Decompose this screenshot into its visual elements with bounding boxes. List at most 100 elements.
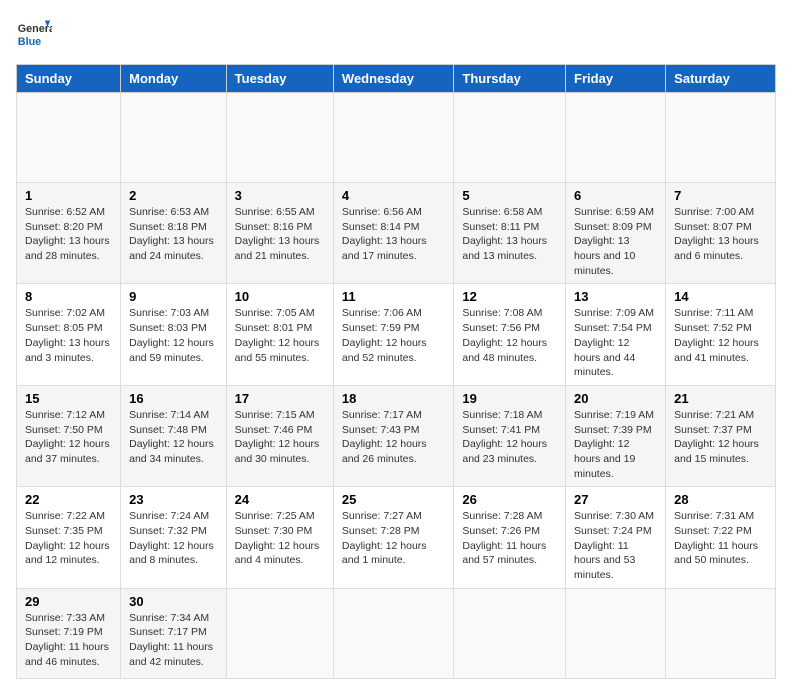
day-info: Sunrise: 7:05 AM Sunset: 8:01 PM Dayligh… xyxy=(235,306,325,365)
day-number: 16 xyxy=(129,391,218,406)
day-info: Sunrise: 7:19 AM Sunset: 7:39 PM Dayligh… xyxy=(574,408,657,481)
calendar-cell: 29 Sunrise: 7:33 AM Sunset: 7:19 PM Dayl… xyxy=(17,588,121,678)
calendar-cell xyxy=(17,93,121,183)
day-header-wednesday: Wednesday xyxy=(333,65,453,93)
days-header-row: SundayMondayTuesdayWednesdayThursdayFrid… xyxy=(17,65,776,93)
day-header-friday: Friday xyxy=(566,65,666,93)
day-info: Sunrise: 6:55 AM Sunset: 8:16 PM Dayligh… xyxy=(235,205,325,264)
day-info: Sunrise: 7:14 AM Sunset: 7:48 PM Dayligh… xyxy=(129,408,218,467)
day-number: 2 xyxy=(129,188,218,203)
calendar-cell: 10 Sunrise: 7:05 AM Sunset: 8:01 PM Dayl… xyxy=(226,284,333,385)
calendar-cell: 1 Sunrise: 6:52 AM Sunset: 8:20 PM Dayli… xyxy=(17,183,121,284)
day-number: 25 xyxy=(342,492,445,507)
day-number: 27 xyxy=(574,492,657,507)
logo-icon: General Blue xyxy=(16,16,52,52)
calendar-cell: 12 Sunrise: 7:08 AM Sunset: 7:56 PM Dayl… xyxy=(454,284,566,385)
calendar-cell: 24 Sunrise: 7:25 AM Sunset: 7:30 PM Dayl… xyxy=(226,487,333,588)
day-number: 9 xyxy=(129,289,218,304)
calendar-cell: 8 Sunrise: 7:02 AM Sunset: 8:05 PM Dayli… xyxy=(17,284,121,385)
day-number: 15 xyxy=(25,391,112,406)
calendar-cell: 7 Sunrise: 7:00 AM Sunset: 8:07 PM Dayli… xyxy=(666,183,776,284)
day-info: Sunrise: 6:58 AM Sunset: 8:11 PM Dayligh… xyxy=(462,205,557,264)
calendar-cell xyxy=(566,93,666,183)
day-number: 8 xyxy=(25,289,112,304)
day-info: Sunrise: 7:12 AM Sunset: 7:50 PM Dayligh… xyxy=(25,408,112,467)
day-number: 4 xyxy=(342,188,445,203)
calendar-cell xyxy=(566,588,666,678)
day-number: 29 xyxy=(25,594,112,609)
calendar-cell: 4 Sunrise: 6:56 AM Sunset: 8:14 PM Dayli… xyxy=(333,183,453,284)
day-number: 23 xyxy=(129,492,218,507)
day-info: Sunrise: 7:00 AM Sunset: 8:07 PM Dayligh… xyxy=(674,205,767,264)
calendar-cell: 20 Sunrise: 7:19 AM Sunset: 7:39 PM Dayl… xyxy=(566,385,666,486)
day-number: 14 xyxy=(674,289,767,304)
day-info: Sunrise: 7:02 AM Sunset: 8:05 PM Dayligh… xyxy=(25,306,112,365)
day-info: Sunrise: 7:33 AM Sunset: 7:19 PM Dayligh… xyxy=(25,611,112,670)
calendar-cell: 13 Sunrise: 7:09 AM Sunset: 7:54 PM Dayl… xyxy=(566,284,666,385)
week-row-3: 8 Sunrise: 7:02 AM Sunset: 8:05 PM Dayli… xyxy=(17,284,776,385)
day-number: 18 xyxy=(342,391,445,406)
calendar-cell: 14 Sunrise: 7:11 AM Sunset: 7:52 PM Dayl… xyxy=(666,284,776,385)
day-number: 12 xyxy=(462,289,557,304)
day-header-saturday: Saturday xyxy=(666,65,776,93)
day-info: Sunrise: 7:34 AM Sunset: 7:17 PM Dayligh… xyxy=(129,611,218,670)
calendar-cell xyxy=(333,588,453,678)
week-row-1 xyxy=(17,93,776,183)
calendar-cell: 26 Sunrise: 7:28 AM Sunset: 7:26 PM Dayl… xyxy=(454,487,566,588)
calendar-cell: 15 Sunrise: 7:12 AM Sunset: 7:50 PM Dayl… xyxy=(17,385,121,486)
day-number: 1 xyxy=(25,188,112,203)
day-info: Sunrise: 7:15 AM Sunset: 7:46 PM Dayligh… xyxy=(235,408,325,467)
calendar-cell: 22 Sunrise: 7:22 AM Sunset: 7:35 PM Dayl… xyxy=(17,487,121,588)
calendar-cell: 2 Sunrise: 6:53 AM Sunset: 8:18 PM Dayli… xyxy=(121,183,227,284)
day-info: Sunrise: 7:21 AM Sunset: 7:37 PM Dayligh… xyxy=(674,408,767,467)
calendar-cell: 23 Sunrise: 7:24 AM Sunset: 7:32 PM Dayl… xyxy=(121,487,227,588)
day-number: 6 xyxy=(574,188,657,203)
calendar-cell: 27 Sunrise: 7:30 AM Sunset: 7:24 PM Dayl… xyxy=(566,487,666,588)
day-number: 20 xyxy=(574,391,657,406)
day-number: 26 xyxy=(462,492,557,507)
calendar-cell: 19 Sunrise: 7:18 AM Sunset: 7:41 PM Dayl… xyxy=(454,385,566,486)
day-info: Sunrise: 7:31 AM Sunset: 7:22 PM Dayligh… xyxy=(674,509,767,568)
day-info: Sunrise: 7:28 AM Sunset: 7:26 PM Dayligh… xyxy=(462,509,557,568)
week-row-2: 1 Sunrise: 6:52 AM Sunset: 8:20 PM Dayli… xyxy=(17,183,776,284)
day-number: 28 xyxy=(674,492,767,507)
calendar-cell xyxy=(454,93,566,183)
calendar-cell: 17 Sunrise: 7:15 AM Sunset: 7:46 PM Dayl… xyxy=(226,385,333,486)
calendar-cell: 21 Sunrise: 7:21 AM Sunset: 7:37 PM Dayl… xyxy=(666,385,776,486)
day-number: 24 xyxy=(235,492,325,507)
day-info: Sunrise: 7:22 AM Sunset: 7:35 PM Dayligh… xyxy=(25,509,112,568)
page-header: General Blue xyxy=(16,16,776,52)
week-row-4: 15 Sunrise: 7:12 AM Sunset: 7:50 PM Dayl… xyxy=(17,385,776,486)
calendar-cell xyxy=(226,93,333,183)
day-info: Sunrise: 7:03 AM Sunset: 8:03 PM Dayligh… xyxy=(129,306,218,365)
day-number: 19 xyxy=(462,391,557,406)
calendar-cell: 30 Sunrise: 7:34 AM Sunset: 7:17 PM Dayl… xyxy=(121,588,227,678)
day-header-sunday: Sunday xyxy=(17,65,121,93)
day-info: Sunrise: 6:56 AM Sunset: 8:14 PM Dayligh… xyxy=(342,205,445,264)
day-info: Sunrise: 7:11 AM Sunset: 7:52 PM Dayligh… xyxy=(674,306,767,365)
calendar-cell xyxy=(226,588,333,678)
day-number: 5 xyxy=(462,188,557,203)
calendar-cell xyxy=(121,93,227,183)
day-header-monday: Monday xyxy=(121,65,227,93)
day-info: Sunrise: 7:17 AM Sunset: 7:43 PM Dayligh… xyxy=(342,408,445,467)
calendar-cell: 25 Sunrise: 7:27 AM Sunset: 7:28 PM Dayl… xyxy=(333,487,453,588)
logo: General Blue xyxy=(16,16,56,52)
day-number: 22 xyxy=(25,492,112,507)
day-info: Sunrise: 6:59 AM Sunset: 8:09 PM Dayligh… xyxy=(574,205,657,278)
day-info: Sunrise: 7:30 AM Sunset: 7:24 PM Dayligh… xyxy=(574,509,657,582)
calendar-cell xyxy=(454,588,566,678)
day-number: 7 xyxy=(674,188,767,203)
day-number: 21 xyxy=(674,391,767,406)
day-header-tuesday: Tuesday xyxy=(226,65,333,93)
day-number: 30 xyxy=(129,594,218,609)
week-row-5: 22 Sunrise: 7:22 AM Sunset: 7:35 PM Dayl… xyxy=(17,487,776,588)
day-info: Sunrise: 7:06 AM Sunset: 7:59 PM Dayligh… xyxy=(342,306,445,365)
day-number: 10 xyxy=(235,289,325,304)
calendar-cell: 5 Sunrise: 6:58 AM Sunset: 8:11 PM Dayli… xyxy=(454,183,566,284)
day-info: Sunrise: 6:53 AM Sunset: 8:18 PM Dayligh… xyxy=(129,205,218,264)
day-info: Sunrise: 7:09 AM Sunset: 7:54 PM Dayligh… xyxy=(574,306,657,379)
day-number: 3 xyxy=(235,188,325,203)
day-info: Sunrise: 7:18 AM Sunset: 7:41 PM Dayligh… xyxy=(462,408,557,467)
day-info: Sunrise: 7:27 AM Sunset: 7:28 PM Dayligh… xyxy=(342,509,445,568)
